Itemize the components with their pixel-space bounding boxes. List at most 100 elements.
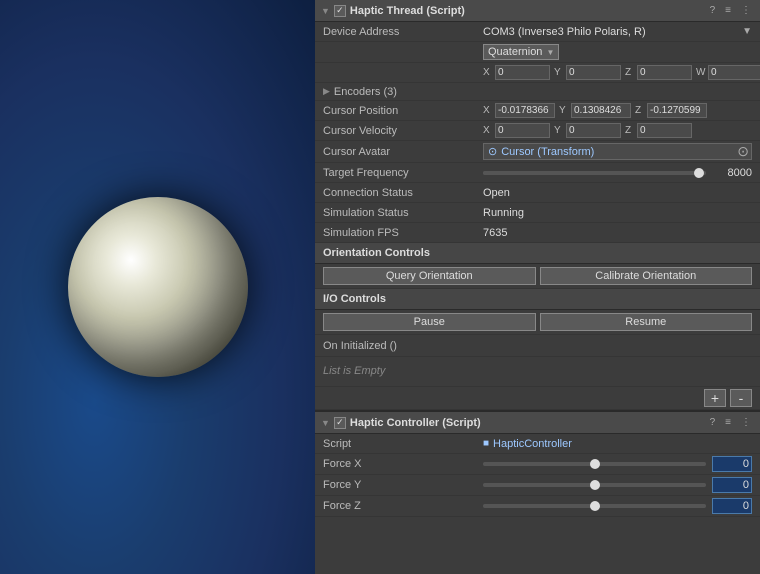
simulation-status-label: Simulation Status [323,207,483,219]
query-orientation-button[interactable]: Query Orientation [323,267,536,285]
pause-button[interactable]: Pause [323,313,536,331]
script-value[interactable]: HapticController [493,438,572,450]
quaternion-w-input[interactable] [708,65,760,80]
force-x-slider-track[interactable] [483,462,706,466]
connection-status-row: Connection Status Open [315,183,760,203]
haptic-thread-section-header: ▼ ✓ Haptic Thread (Script) ? ≡ ⋮ [315,0,760,22]
quaternion-row: Quaternion ▼ [315,42,760,63]
quaternion-z-label: Z [625,67,635,78]
haptic-controller-help-icon[interactable]: ? [707,416,719,429]
device-address-dropdown-arrow[interactable]: ▼ [742,26,752,37]
force-x-row: Force X [315,454,760,475]
cursor-position-z-label: Z [635,105,645,116]
force-y-value[interactable] [712,477,752,493]
force-z-label: Force Z [323,500,483,512]
force-y-label: Force Y [323,479,483,491]
haptic-controller-settings-icon[interactable]: ≡ [722,416,734,429]
device-address-label: Device Address [323,26,483,38]
cursor-position-row: Cursor Position X Y Z [315,101,760,121]
haptic-controller-section-header: ▼ ✓ Haptic Controller (Script) ? ≡ ⋮ [315,412,760,434]
device-address-value-container: COM3 (Inverse3 Philo Polaris, R) ▼ [483,26,752,38]
simulation-fps-value: 7635 [483,227,752,239]
quaternion-y-field: Y [554,65,621,80]
target-frequency-slider-track[interactable] [483,171,706,175]
device-address-value: COM3 (Inverse3 Philo Polaris, R) [483,26,742,38]
quaternion-dropdown-icon: ▼ [546,48,554,57]
cursor-position-z-input[interactable] [647,103,707,118]
io-controls-btn-row: Pause Resume [315,310,760,335]
cursor-avatar-obj-name[interactable]: Cursor (Transform) [501,146,594,158]
haptic-thread-enabled-checkbox[interactable]: ✓ [334,5,346,17]
quaternion-fields: Quaternion ▼ [483,44,752,60]
cursor-position-x-input[interactable] [495,103,555,118]
force-z-row: Force Z [315,496,760,517]
cursor-velocity-z-input[interactable] [637,123,692,138]
quaternion-dropdown-label: Quaternion [488,46,542,58]
force-y-slider-thumb[interactable] [590,480,600,490]
cursor-velocity-y-field: Y [554,123,621,138]
cursor-avatar-label: Cursor Avatar [323,146,483,158]
haptic-controller-more-icon[interactable]: ⋮ [738,416,754,429]
force-z-slider-track[interactable] [483,504,706,508]
simulation-status-value: Running [483,207,752,219]
cursor-avatar-target-icon[interactable]: ⊙ [737,143,749,160]
quaternion-dropdown[interactable]: Quaternion ▼ [483,44,559,60]
list-empty-label: List is Empty [323,361,752,381]
force-x-label: Force X [323,458,483,470]
io-controls-header: I/O Controls [315,289,760,310]
orientation-controls-btn-row: Query Orientation Calibrate Orientation [315,264,760,289]
cursor-velocity-y-input[interactable] [566,123,621,138]
cursor-velocity-fields: X Y Z [483,123,752,138]
force-x-slider-thumb[interactable] [590,459,600,469]
haptic-controller-triangle-icon[interactable]: ▼ [321,418,330,428]
resume-button[interactable]: Resume [540,313,753,331]
cursor-position-z-field: Z [635,103,707,118]
cursor-position-y-label: Y [559,105,569,116]
force-x-value[interactable] [712,456,752,472]
haptic-thread-more-icon[interactable]: ⋮ [738,4,754,17]
haptic-thread-settings-icon[interactable]: ≡ [722,4,734,17]
quaternion-z-input[interactable] [637,65,692,80]
cursor-velocity-x-input[interactable] [495,123,550,138]
add-remove-row: + - [315,387,760,410]
connection-status-label: Connection Status [323,187,483,199]
calibrate-orientation-button[interactable]: Calibrate Orientation [540,267,753,285]
encoders-triangle-icon: ▶ [323,86,330,97]
cursor-avatar-obj-icon: ⊙ [488,145,497,158]
force-z-slider-thumb[interactable] [590,501,600,511]
remove-item-button[interactable]: - [730,389,752,407]
simulation-status-row: Simulation Status Running [315,203,760,223]
encoders-row[interactable]: ▶ Encoders (3) [315,83,760,101]
force-y-row: Force Y [315,475,760,496]
cursor-position-x-label: X [483,105,493,116]
quaternion-y-input[interactable] [566,65,621,80]
haptic-controller-title: Haptic Controller (Script) [350,417,707,429]
cursor-velocity-row: Cursor Velocity X Y Z [315,121,760,141]
haptic-thread-triangle-icon[interactable]: ▼ [321,6,330,16]
on-initialized-row: On Initialized () [315,335,760,357]
cursor-velocity-label: Cursor Velocity [323,125,483,137]
on-initialized-label: On Initialized () [323,340,397,352]
force-y-slider-track[interactable] [483,483,706,487]
haptic-controller-script-icon: ■ [483,438,489,449]
3d-viewport [0,0,315,574]
encoders-label: Encoders (3) [334,86,494,98]
cursor-velocity-x-field: X [483,123,550,138]
cursor-position-fields: X Y Z [483,103,752,118]
add-item-button[interactable]: + [704,389,726,407]
haptic-thread-help-icon[interactable]: ? [707,4,719,17]
target-frequency-slider-fill [483,171,695,175]
cursor-avatar-row: Cursor Avatar ⊙ Cursor (Transform) ⊙ [315,141,760,163]
haptic-controller-enabled-checkbox[interactable]: ✓ [334,417,346,429]
target-frequency-slider-thumb[interactable] [694,168,704,178]
quaternion-x-input[interactable] [495,65,550,80]
quaternion-xyzw-row: X Y Z W [315,63,760,83]
cursor-position-x-field: X [483,103,555,118]
cursor-velocity-x-label: X [483,125,493,136]
force-z-value[interactable] [712,498,752,514]
orientation-controls-label: Orientation Controls [323,247,430,259]
script-label: Script [323,438,483,450]
haptic-thread-header-icons: ? ≡ ⋮ [707,4,754,17]
cursor-position-y-input[interactable] [571,103,631,118]
connection-status-value: Open [483,187,752,199]
